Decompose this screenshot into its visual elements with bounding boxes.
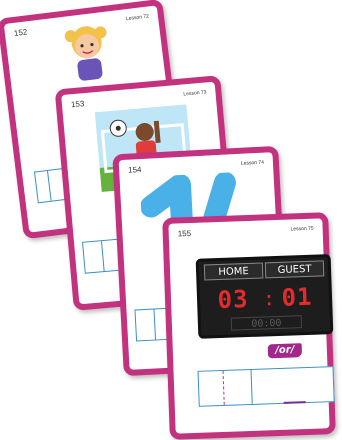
lesson-label: Lesson 73 [183,89,207,98]
phoneme-badge: /or/ [267,343,303,359]
guest-score: 01 [281,282,313,312]
flashcard-155[interactable]: 155 Lesson 75 HOME GUEST 03 : 01 00:00 /… [162,212,336,440]
girl-illustration [64,26,107,81]
lesson-label: Lesson 74 [240,159,265,167]
game-clock: 00:00 [230,315,303,331]
guest-label: GUEST [264,260,325,279]
card-number: 154 [127,164,142,175]
scoreboard-illustration: HOME GUEST 03 : 01 00:00 [195,254,334,339]
home-score: 03 [217,285,249,315]
answer-box[interactable] [197,366,335,407]
home-label: HOME [203,262,264,281]
lesson-label: Lesson 75 [290,225,314,233]
card-number: 155 [177,228,192,239]
card-number: 152 [13,27,28,38]
card-number: 153 [70,99,85,110]
score-separator: : [262,286,276,311]
lesson-label: Lesson 72 [125,13,150,23]
